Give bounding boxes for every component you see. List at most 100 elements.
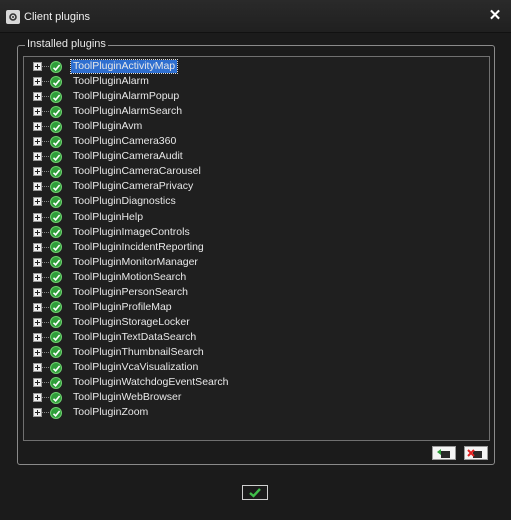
green-check-icon	[50, 346, 62, 359]
tree-row[interactable]: ToolPluginCamera360	[24, 134, 489, 149]
tree-row[interactable]: ToolPluginAlarmPopup	[24, 89, 489, 104]
expand-plus-icon[interactable]	[33, 393, 42, 403]
green-check-icon	[50, 60, 62, 73]
expand-plus-icon[interactable]	[33, 242, 42, 252]
plugin-label[interactable]: ToolPluginWebBrowser	[71, 391, 183, 404]
green-check-icon	[50, 211, 62, 223]
tree-row[interactable]: ToolPluginMonitorManager	[24, 255, 489, 270]
plugin-label[interactable]: ToolPluginAlarmPopup	[71, 90, 181, 103]
expand-plus-icon[interactable]	[33, 227, 42, 237]
expand-plus-icon[interactable]	[33, 212, 42, 222]
tree-row[interactable]: ToolPluginAlarmSearch	[24, 104, 489, 119]
plugin-label[interactable]: ToolPluginStorageLocker	[71, 316, 192, 329]
green-check-icon	[50, 90, 62, 103]
plugin-label[interactable]: ToolPluginCameraPrivacy	[71, 180, 195, 193]
expand-plus-icon[interactable]	[33, 197, 42, 207]
tree-row[interactable]: ToolPluginProfileMap	[24, 300, 489, 315]
tree-row[interactable]: ToolPluginPersonSearch	[24, 285, 489, 300]
title-bar: Client plugins ✕	[0, 0, 511, 33]
expand-plus-icon[interactable]	[33, 182, 42, 192]
expand-plus-icon[interactable]	[33, 107, 42, 117]
green-check-icon	[50, 150, 62, 163]
add-plugin-button[interactable]	[432, 446, 456, 460]
tree-row[interactable]: ToolPluginIncidentReporting	[24, 240, 489, 255]
tree-row[interactable]: ToolPluginVcaVisualization	[24, 360, 489, 375]
window-title: Client plugins	[24, 11, 91, 23]
plugin-label[interactable]: ToolPluginPersonSearch	[71, 286, 190, 299]
expand-plus-icon[interactable]	[33, 332, 42, 342]
expand-plus-icon[interactable]	[33, 257, 42, 267]
expand-plus-icon[interactable]	[33, 317, 42, 327]
plugin-label[interactable]: ToolPluginMotionSearch	[71, 271, 188, 284]
plugin-label[interactable]: ToolPluginIncidentReporting	[71, 241, 206, 254]
expand-plus-icon[interactable]	[33, 152, 42, 162]
tree-row[interactable]: ToolPluginActivityMap	[24, 59, 489, 74]
ok-button[interactable]	[242, 485, 268, 500]
expand-plus-icon[interactable]	[33, 62, 42, 71]
expand-plus-icon[interactable]	[33, 77, 42, 87]
plugin-label[interactable]: ToolPluginActivityMap	[69, 59, 179, 74]
plugin-label[interactable]: ToolPluginTextDataSearch	[71, 331, 198, 344]
expand-plus-icon[interactable]	[33, 272, 42, 282]
tree-row[interactable]: ToolPluginCameraAudit	[24, 149, 489, 164]
close-icon[interactable]: ✕	[487, 8, 503, 24]
tree-row[interactable]: ToolPluginThumbnailSearch	[24, 345, 489, 360]
expand-plus-icon[interactable]	[33, 167, 42, 177]
tree-row[interactable]: ToolPluginDiagnostics	[24, 194, 489, 209]
plugin-label[interactable]: ToolPluginImageControls	[71, 226, 192, 239]
tree-row[interactable]: ToolPluginStorageLocker	[24, 315, 489, 330]
expand-plus-icon[interactable]	[33, 302, 42, 312]
expand-plus-icon[interactable]	[33, 92, 42, 102]
plugin-label[interactable]: ToolPluginProfileMap	[71, 301, 174, 314]
add-plugin-icon	[437, 449, 450, 458]
expand-plus-icon[interactable]	[33, 378, 42, 388]
tree-row[interactable]: ToolPluginWebBrowser	[24, 390, 489, 405]
plugin-label[interactable]: ToolPluginAvm	[71, 120, 144, 133]
tree-row[interactable]: ToolPluginMotionSearch	[24, 270, 489, 285]
green-check-icon	[50, 195, 62, 208]
green-check-icon	[50, 165, 62, 178]
tree-row[interactable]: ToolPluginAvm	[24, 119, 489, 134]
expand-plus-icon[interactable]	[33, 363, 42, 372]
plugin-gear-icon	[6, 10, 20, 24]
plugin-label[interactable]: ToolPluginZoom	[71, 406, 150, 419]
green-check-icon	[50, 286, 62, 299]
green-check-icon	[50, 75, 62, 88]
tree-row[interactable]: ToolPluginWatchdogEventSearch	[24, 375, 489, 390]
expand-plus-icon[interactable]	[33, 287, 42, 297]
green-check-icon	[50, 120, 62, 133]
plugin-label[interactable]: ToolPluginAlarm	[71, 75, 151, 88]
plugin-label[interactable]: ToolPluginDiagnostics	[71, 195, 178, 208]
plugin-label[interactable]: ToolPluginHelp	[71, 211, 145, 224]
green-check-icon	[50, 406, 62, 419]
plugin-label[interactable]: ToolPluginCameraAudit	[71, 150, 185, 163]
green-check-icon	[50, 361, 62, 374]
plugin-label[interactable]: ToolPluginThumbnailSearch	[71, 346, 206, 359]
tree-row[interactable]: ToolPluginAlarm	[24, 74, 489, 89]
plugin-label[interactable]: ToolPluginWatchdogEventSearch	[71, 376, 230, 389]
plugin-label[interactable]: ToolPluginCameraCarousel	[71, 165, 203, 178]
plugin-label[interactable]: ToolPluginMonitorManager	[71, 256, 200, 269]
expand-plus-icon[interactable]	[33, 347, 42, 357]
tree-row[interactable]: ToolPluginImageControls	[24, 225, 489, 240]
green-check-icon	[50, 135, 62, 148]
plugin-label[interactable]: ToolPluginAlarmSearch	[71, 105, 184, 118]
green-check-icon	[50, 105, 62, 118]
green-check-icon	[50, 301, 62, 314]
plugin-label[interactable]: ToolPluginCamera360	[71, 135, 178, 148]
plugin-label[interactable]: ToolPluginVcaVisualization	[71, 361, 200, 374]
green-check-icon	[50, 391, 62, 404]
expand-plus-icon[interactable]	[33, 408, 42, 418]
tree-row[interactable]: ToolPluginZoom	[24, 405, 489, 420]
group-label: Installed plugins	[25, 38, 108, 50]
tree-row[interactable]: ToolPluginCameraPrivacy	[24, 179, 489, 194]
tree-row[interactable]: ToolPluginHelp	[24, 210, 489, 225]
expand-plus-icon[interactable]	[33, 122, 42, 132]
plugin-tree[interactable]: ToolPluginActivityMap ToolPluginAlarm Tool…	[23, 56, 490, 441]
expand-plus-icon[interactable]	[33, 137, 42, 147]
tree-row[interactable]: ToolPluginTextDataSearch	[24, 330, 489, 345]
tree-row[interactable]: ToolPluginCameraCarousel	[24, 164, 489, 179]
green-check-icon	[50, 226, 62, 239]
green-check-icon	[50, 376, 62, 389]
remove-plugin-button[interactable]	[464, 446, 488, 460]
